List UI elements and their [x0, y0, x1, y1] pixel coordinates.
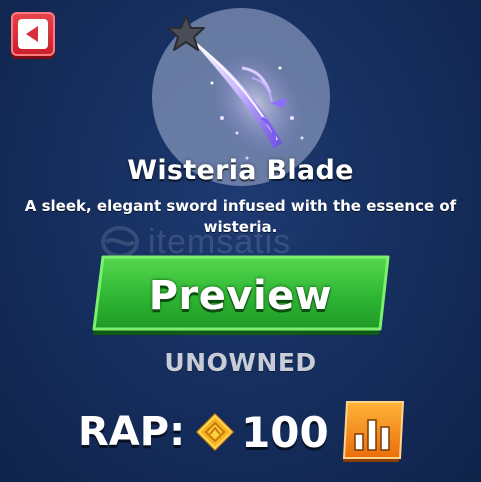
rap-row: RAP: 100 — [78, 397, 405, 467]
item-name: Wisteria Blade — [127, 155, 354, 186]
star-icon — [167, 15, 205, 51]
watermark-logo-icon — [101, 226, 139, 258]
rap-value: 100 — [241, 407, 329, 457]
rap-label: RAP: — [78, 409, 186, 455]
back-button[interactable] — [11, 12, 55, 56]
bar-chart-icon[interactable] — [341, 400, 405, 464]
coin-icon — [196, 413, 235, 451]
back-arrow-icon — [18, 19, 48, 49]
preview-button[interactable]: Preview — [91, 255, 390, 337]
preview-label: Preview — [148, 273, 333, 319]
ownership-status: UNOWNED — [164, 348, 317, 377]
